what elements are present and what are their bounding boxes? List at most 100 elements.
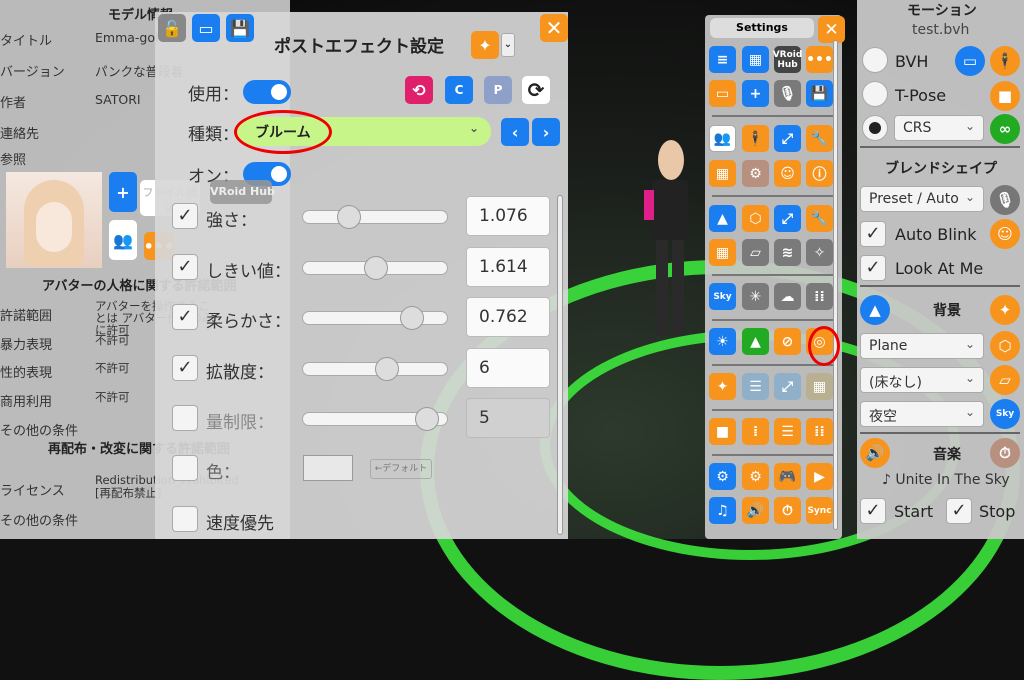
color-swatch[interactable] bbox=[303, 455, 353, 481]
waves-icon[interactable]: ≋ bbox=[774, 239, 801, 266]
folder-clock-icon[interactable]: ▭ bbox=[709, 80, 736, 107]
mic-off-icon[interactable]: 🎙 bbox=[774, 80, 801, 107]
grid-icon[interactable]: ▦ bbox=[742, 46, 769, 73]
next-button[interactable]: › bbox=[532, 118, 560, 146]
post-effect-scrollbar[interactable] bbox=[557, 195, 563, 535]
param-checkbox[interactable] bbox=[172, 405, 198, 431]
light-off-icon[interactable]: ⊘ bbox=[774, 328, 801, 355]
paste-icon[interactable]: P bbox=[484, 76, 512, 104]
gamepad-icon[interactable]: 🎮 bbox=[774, 463, 801, 490]
wrench-icon[interactable]: 🔧 bbox=[806, 205, 833, 232]
sun-dim-icon[interactable]: ✳ bbox=[742, 283, 769, 310]
sky-button[interactable]: Sky bbox=[709, 283, 736, 310]
axes-icon[interactable]: ⤢ bbox=[774, 373, 801, 400]
timer-icon[interactable]: ⏱ bbox=[774, 497, 801, 524]
crs-radio[interactable] bbox=[862, 115, 888, 141]
param-checkbox[interactable]: ✓ bbox=[172, 354, 198, 381]
bvh-radio[interactable] bbox=[862, 47, 888, 73]
gear-icon[interactable]: ⚙ bbox=[709, 463, 736, 490]
playlist-icon[interactable]: ♫ bbox=[709, 497, 736, 524]
keypad-icon[interactable]: ▦ bbox=[709, 160, 736, 187]
save-icon[interactable]: 💾 bbox=[226, 14, 254, 42]
param-value-input[interactable]: 1.076 bbox=[466, 196, 550, 236]
slider-knob[interactable] bbox=[364, 255, 389, 280]
plane-icon[interactable]: ▱ bbox=[990, 365, 1020, 395]
param-slider[interactable] bbox=[302, 306, 448, 330]
vroid-hub-button[interactable]: VRoid Hub bbox=[773, 46, 802, 73]
save-gear-icon[interactable]: 💾 bbox=[806, 80, 833, 107]
param-slider[interactable] bbox=[302, 407, 448, 431]
sun-icon[interactable]: ☀ bbox=[709, 328, 736, 355]
volume-icon[interactable]: 🔊 bbox=[860, 438, 890, 468]
timer-icon[interactable]: ⏱ bbox=[990, 438, 1020, 468]
param-value-input[interactable]: 1.614 bbox=[466, 246, 550, 287]
sparkles-icon[interactable]: ✦ bbox=[990, 295, 1020, 325]
slider-knob[interactable] bbox=[374, 356, 399, 381]
list-icon[interactable]: ≡ bbox=[709, 46, 736, 73]
plus-icon[interactable]: + bbox=[742, 80, 769, 107]
settings-close-button[interactable]: ✕ bbox=[818, 16, 845, 43]
background-select[interactable]: Plane ⌄ bbox=[860, 333, 984, 359]
param-checkbox[interactable]: ✓ bbox=[172, 253, 198, 280]
sky-icon[interactable]: Sky bbox=[990, 399, 1020, 429]
camera-icon[interactable]: ■ bbox=[990, 81, 1020, 111]
slider-knob[interactable] bbox=[337, 205, 362, 229]
stop-checkbox[interactable]: ✓ bbox=[946, 498, 972, 524]
history-icon[interactable]: ⟳ bbox=[522, 76, 550, 104]
people-icon[interactable]: 👥 bbox=[709, 125, 736, 152]
sky-select[interactable]: 夜空 ⌄ bbox=[860, 401, 984, 427]
list-bullets-icon[interactable]: ☰ bbox=[774, 418, 801, 445]
close-button[interactable]: ✕ bbox=[540, 14, 568, 42]
dots-icon[interactable]: ⁞⁞ bbox=[806, 418, 833, 445]
person-info-icon[interactable]: ⓘ bbox=[806, 160, 833, 187]
default-button[interactable]: ←デフォルト bbox=[370, 459, 432, 479]
param-checkbox[interactable]: ✓ bbox=[172, 203, 198, 229]
start-checkbox[interactable]: ✓ bbox=[860, 498, 886, 524]
vroid-hub-button[interactable]: VRoid Hub bbox=[210, 180, 275, 204]
copy-icon[interactable]: C bbox=[445, 76, 473, 104]
link-icon[interactable]: ∞ bbox=[990, 114, 1020, 144]
use-toggle[interactable] bbox=[243, 80, 291, 104]
param-slider[interactable] bbox=[302, 205, 448, 229]
add-avatar-button[interactable]: + bbox=[109, 172, 137, 212]
speed-priority-checkbox[interactable] bbox=[172, 506, 198, 532]
tpose-radio[interactable] bbox=[862, 81, 888, 107]
axes-icon[interactable]: ⤢ bbox=[774, 205, 801, 232]
more-icon[interactable]: ••• bbox=[806, 46, 833, 73]
gears-icon[interactable]: ⚙ bbox=[742, 463, 769, 490]
lamp-icon[interactable]: ▲ bbox=[742, 328, 769, 355]
volume-icon[interactable]: 🔊 bbox=[742, 497, 769, 524]
look-at-me-checkbox[interactable]: ✓ bbox=[860, 255, 886, 281]
param-value-input[interactable]: 0.762 bbox=[466, 297, 550, 337]
people-icon[interactable]: 👥 bbox=[109, 220, 137, 260]
folder-icon[interactable]: ▭ bbox=[955, 46, 985, 76]
prev-button[interactable]: ‹ bbox=[501, 118, 529, 146]
auto-blink-checkbox[interactable]: ✓ bbox=[860, 221, 886, 247]
camera-icon[interactable]: ■ bbox=[709, 418, 736, 445]
param-value-input[interactable]: 5 bbox=[466, 398, 550, 438]
person-icon[interactable]: 🕴 bbox=[990, 46, 1020, 76]
smile-icon[interactable]: ☺ bbox=[990, 219, 1020, 249]
sliders-icon[interactable]: ☰ bbox=[742, 373, 769, 400]
param-slider[interactable] bbox=[302, 356, 448, 381]
sparkle-floor-icon[interactable]: ✧ bbox=[806, 239, 833, 266]
person-gear-icon[interactable]: ⚙ bbox=[742, 160, 769, 187]
cloud-icon[interactable]: ☁ bbox=[774, 283, 801, 310]
lock-icon[interactable]: 🔓 bbox=[158, 14, 186, 42]
person-icon[interactable]: 🕴 bbox=[742, 125, 769, 152]
param-value-input[interactable]: 6 bbox=[466, 347, 550, 388]
wrench-icon[interactable]: 🔧 bbox=[806, 125, 833, 152]
mic-off-icon[interactable]: 🎙 bbox=[990, 185, 1020, 215]
sparkles-icon[interactable]: ✦ bbox=[471, 31, 499, 59]
plane-icon[interactable]: ▱ bbox=[742, 239, 769, 266]
mountain-icon[interactable]: ▲ bbox=[860, 295, 890, 325]
slider-knob[interactable] bbox=[414, 407, 439, 431]
video-out-icon[interactable]: ▶ bbox=[806, 463, 833, 490]
numpad-icon[interactable]: ⁞ bbox=[742, 418, 769, 445]
blendshape-select[interactable]: Preset / Auto ⌄ bbox=[860, 186, 984, 212]
folder-icon[interactable]: ▭ bbox=[192, 14, 220, 42]
keypad-icon[interactable]: ▦ bbox=[806, 373, 833, 400]
dots-icon[interactable]: ⁞⁞ bbox=[806, 283, 833, 310]
smile-icon[interactable]: ☺ bbox=[774, 160, 801, 187]
crs-select[interactable]: CRS ⌄ bbox=[894, 115, 984, 141]
